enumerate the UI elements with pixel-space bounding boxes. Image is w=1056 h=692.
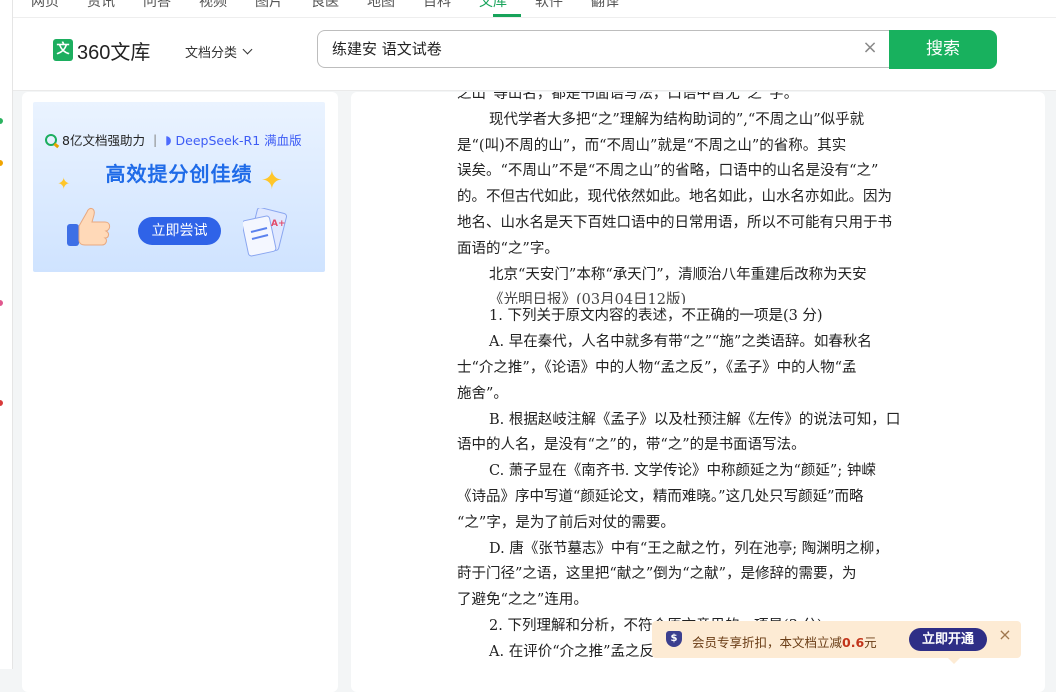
browser-side-strip <box>0 0 13 669</box>
svg-text:A+: A+ <box>271 219 286 229</box>
discount-amount: 0.6 <box>842 635 865 650</box>
discount-message: 会员专享折扣，本文档立减0.6元 <box>692 632 877 651</box>
nav-item-baike[interactable]: 百科 <box>423 0 451 11</box>
document-line: 是“(叫)不周的山”，而“不周山”就是“不周之山”的省称。其实 <box>457 137 847 154</box>
nav-item-map[interactable]: 地图 <box>367 0 395 11</box>
search-box: × <box>317 30 889 68</box>
document-line: 面语的“之”字。 <box>457 240 559 257</box>
nav-item-images[interactable]: 图片 <box>255 0 283 11</box>
activate-membership-button[interactable]: 立即开通 <box>909 628 987 651</box>
star-icon: ✦ <box>261 166 283 196</box>
nav-item-qa[interactable]: 问答 <box>143 0 171 11</box>
document-line: B. 根据赵岐注解《孟子》以及杜预注解《左传》的说法可知，口 <box>489 411 901 428</box>
strip-indicator-icon <box>0 300 3 306</box>
nav-item-translate[interactable]: 翻译 <box>591 0 619 11</box>
document-line: A. 早在秦代，人名中就多有带“之”“施”之类语辞。如春秋名 <box>489 334 872 351</box>
category-label: 文档分类 <box>185 46 238 61</box>
nav-item-news[interactable]: 资讯 <box>87 0 115 11</box>
try-now-button[interactable]: 立即尝试 <box>138 217 221 245</box>
document-line: 了避免“之之”连用。 <box>457 592 588 609</box>
bubble-pointer <box>948 658 960 664</box>
discount-unit: 元 <box>864 635 877 650</box>
separator: | <box>152 132 158 147</box>
discount-text: 会员专享折扣，本文档立减 <box>692 635 843 650</box>
vip-badge-icon: $ <box>666 631 682 647</box>
document-viewer[interactable]: 之山”等山名，都是书面语写法，口语中皆无“之”字。现代学者大多把“之”理解为结构… <box>351 92 1045 692</box>
chevron-down-icon <box>242 44 253 55</box>
site-logo[interactable]: 文 360文库 <box>53 38 151 64</box>
document-line: 北京“天安门”本称“承天门”，清顺治八年重建后改称为天安 <box>489 266 867 283</box>
document-line: 1. 下列关于原文内容的表述，不正确的一项是(3 分) <box>489 308 823 325</box>
nav-item-software[interactable]: 软件 <box>535 0 563 11</box>
wenku-logo-icon: 文 <box>53 39 73 61</box>
banner-tagline-right: DeepSeek-R1 满血版 <box>175 133 302 148</box>
strip-indicator-icon <box>0 160 3 166</box>
document-line: “之”字，是为了前后对仗的需要。 <box>457 514 675 531</box>
nav-item-video[interactable]: 视频 <box>199 0 227 11</box>
active-tab-indicator <box>493 14 521 17</box>
category-dropdown[interactable]: 文档分类 <box>185 42 253 61</box>
nav-item-web[interactable]: 网页 <box>31 0 59 11</box>
strip-indicator-icon <box>0 118 3 124</box>
document-line: D. 唐《张节墓志》中有“王之献之竹，列在池亭; 陶渊明之柳， <box>489 540 889 557</box>
close-icon[interactable]: × <box>998 627 1012 643</box>
logo-text: 360文库 <box>77 41 151 64</box>
document-line: 的。不但古代如此，现代依然如此。地名如此，山水名亦如此。因为 <box>457 189 892 206</box>
banner-tagline: 8亿文档强助力 | ◗ DeepSeek-R1 满血版 <box>45 130 302 149</box>
site-header: 文 360文库 文档分类 × 搜索 <box>13 18 1056 91</box>
deepseek-whale-icon: ◗ <box>165 132 172 147</box>
document-line: 《诗品》序中写道“颜延论文，精而难晓。”这几处只写颜延”而略 <box>457 488 864 505</box>
document-line: 施舍”。 <box>457 385 508 402</box>
document-line: 士“介之推”，《论语》中的人物“孟之反”，《孟子》中的人物“孟 <box>457 359 857 376</box>
document-line: 现代学者大多把“之”理解为结构助词的”,“不周之山”似乎就 <box>489 111 865 128</box>
search-brand-icon <box>45 133 57 146</box>
star-icon: ✦ <box>57 174 71 193</box>
side-panel: 8亿文档强助力 | ◗ DeepSeek-R1 满血版 高效提分创佳绩 ✦ ✦ … <box>22 92 338 692</box>
member-discount-bar: $ 会员专享折扣，本文档立减0.6元 立即开通 × <box>652 621 1021 664</box>
search-button[interactable]: 搜索 <box>889 30 997 69</box>
document-line: 之山”等山名，都是书面语写法，口语中皆无“之”字。 <box>457 92 799 102</box>
exam-paper-icon: A+ <box>243 208 288 257</box>
document-line: C. 萧子显在《南齐书. 文学传论》中称颜延之为“颜延”; 钟嵘 <box>489 463 876 480</box>
document-line: 地名、山水名是天下百姓口语中的日常用语，所以不可能有只用于书 <box>457 214 892 231</box>
document-line: 误矣。“不周山”不是“不周之山”的省略，口语中的山名是没有“之” <box>457 163 879 180</box>
clear-icon[interactable]: × <box>861 39 879 57</box>
nav-item-wenku[interactable]: 文库 <box>479 0 507 11</box>
document-line: 《光明日报》(03月04日12版) <box>489 292 687 305</box>
document-line: 莳于门径”之语，这里把“献之”倒为“之献”，是修辞的需要，为 <box>457 566 857 583</box>
search-input[interactable] <box>332 39 832 57</box>
strip-indicator-icon <box>0 400 3 406</box>
promo-banner[interactable]: 8亿文档强助力 | ◗ DeepSeek-R1 满血版 高效提分创佳绩 ✦ ✦ … <box>33 102 325 272</box>
document-line: 语中的人名，是没有“之”的，带“之”的是书面语写法。 <box>457 437 806 454</box>
nav-item-doctor[interactable]: 良医 <box>311 0 339 11</box>
document-text: 之山”等山名，都是书面语写法，口语中皆无“之”字。现代学者大多把“之”理解为结构… <box>457 92 957 666</box>
mascot-icon <box>1049 32 1056 72</box>
banner-tagline-left: 8亿文档强助力 <box>62 133 145 148</box>
top-navigation: 网页 资讯 问答 视频 图片 良医 地图 百科 文库 软件 翻译 <box>13 0 1056 18</box>
thumbs-up-icon <box>67 207 111 246</box>
